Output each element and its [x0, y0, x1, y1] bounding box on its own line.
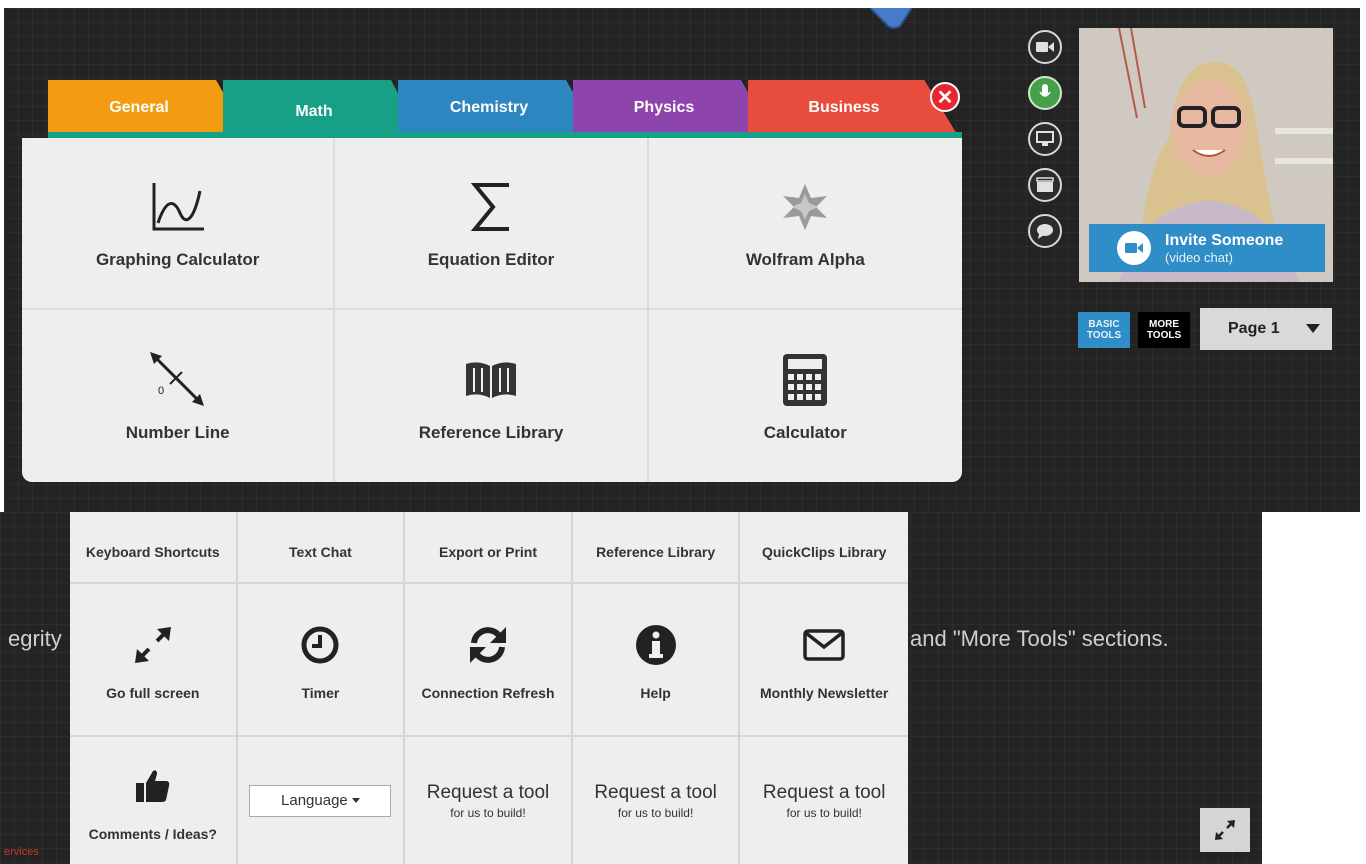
tool-timer[interactable]: Timer: [237, 584, 406, 737]
tool-equation-editor[interactable]: Equation Editor: [335, 138, 649, 310]
request-subtitle: for us to build!: [786, 805, 862, 820]
caption-fragment-left: egrity: [8, 626, 62, 651]
caret-down-icon: [1306, 324, 1320, 333]
math-tools-grid: Graphing Calculator Equation Editor Wolf…: [22, 138, 962, 482]
tool-label: Number Line: [125, 423, 230, 442]
tool-calculator[interactable]: Calculator: [649, 310, 962, 482]
invite-subtitle: (video chat): [1165, 249, 1233, 265]
wolfram-star-icon: [780, 176, 830, 238]
tool-reference-library-more[interactable]: Reference Library: [572, 512, 741, 584]
tool-label: Export or Print: [438, 544, 537, 560]
tool-label: Comments / Ideas?: [88, 825, 217, 842]
refresh-icon: [466, 619, 510, 671]
tab-chemistry[interactable]: Chemistry: [398, 80, 598, 136]
language-select[interactable]: Language: [249, 784, 392, 817]
tab-physics[interactable]: Physics: [573, 80, 773, 136]
request-title: Request a tool: [594, 781, 717, 803]
tool-help[interactable]: Help: [572, 584, 741, 737]
tool-comments-ideas[interactable]: Comments / Ideas?: [70, 737, 238, 864]
tool-label: QuickClips Library: [761, 544, 887, 560]
invite-title: Invite Someone: [1165, 231, 1284, 249]
tool-label: Equation Editor: [427, 250, 555, 269]
tool-label: Reference Library: [418, 423, 564, 442]
tab-general[interactable]: General: [48, 80, 248, 136]
tool-label: Keyboard Shortcuts: [85, 544, 220, 560]
number-line-icon: 0: [148, 349, 208, 411]
basic-tools-button[interactable]: BASIC TOOLS: [1078, 312, 1130, 348]
page-select[interactable]: Page 1: [1200, 308, 1332, 350]
calculator-icon: [782, 349, 828, 411]
more-tools-button[interactable]: MORE TOOLS: [1138, 312, 1190, 348]
tool-label: Text Chat: [289, 544, 352, 560]
video-camera-icon[interactable]: [1028, 30, 1062, 64]
video-controls: [1028, 30, 1062, 260]
request-subtitle: for us to build!: [617, 805, 694, 820]
tool-label: Monthly Newsletter: [760, 684, 889, 701]
tool-label: Go full screen: [106, 684, 200, 701]
info-icon: [635, 619, 677, 671]
tool-label: Connection Refresh: [421, 684, 555, 701]
whiteboard-canvas-bottom: egrity and "More Tools" sections. ervice…: [0, 512, 1262, 864]
tool-graphing-calculator[interactable]: Graphing Calculator: [22, 138, 336, 310]
fullscreen-icon: [133, 619, 173, 671]
tool-label: Graphing Calculator: [95, 250, 260, 269]
thumbs-up-icon: [135, 760, 171, 812]
tools-panel: General Math Chemistry Physics Business …: [22, 80, 962, 482]
tool-number-line[interactable]: 0 Number Line: [22, 310, 336, 482]
tool-label: Calculator: [763, 423, 847, 442]
envelope-icon: [803, 619, 845, 671]
tool-monthly-newsletter[interactable]: Monthly Newsletter: [740, 584, 908, 737]
caption-fragment-right: and "More Tools" sections.: [910, 626, 1169, 651]
caret-down-icon: [351, 798, 360, 803]
tool-label: Reference Library: [596, 544, 716, 560]
tool-label: Help: [640, 684, 671, 701]
request-tool-2[interactable]: Request a tool for us to build!: [573, 737, 741, 864]
tool-export-or-print[interactable]: Export or Print: [405, 512, 573, 584]
services-link-fragment: ervices: [4, 846, 39, 858]
tab-business[interactable]: Business: [748, 80, 958, 136]
tool-reference-library[interactable]: Reference Library: [335, 310, 649, 482]
request-title: Request a tool: [426, 781, 550, 803]
tab-math[interactable]: Math: [223, 80, 423, 140]
chat-bubble-icon[interactable]: [1028, 214, 1062, 248]
close-button[interactable]: ✕: [930, 82, 960, 112]
video-camera-icon: [1117, 231, 1151, 265]
page-select-value: Page 1: [1228, 320, 1280, 337]
clapperboard-icon[interactable]: [1028, 168, 1062, 202]
language-cell: Language: [238, 737, 406, 864]
book-icon: [464, 349, 518, 411]
whiteboard-canvas-top: General Math Chemistry Physics Business …: [4, 8, 1360, 512]
more-tools-grid: Keyboard Shortcuts Text Chat Export or P…: [70, 512, 908, 864]
graph-icon: [148, 176, 208, 238]
request-title: Request a tool: [762, 781, 886, 803]
svg-text:0: 0: [158, 385, 164, 397]
language-label: Language: [281, 792, 348, 809]
video-tile: Invite Someone (video chat): [1079, 28, 1333, 282]
tool-label: Timer: [301, 684, 340, 701]
callout-arrow-icon: [870, 8, 913, 29]
tool-quickclips-library[interactable]: QuickClips Library: [740, 512, 908, 584]
tool-keyboard-shortcuts[interactable]: Keyboard Shortcuts: [70, 512, 238, 584]
tool-wolfram-alpha[interactable]: Wolfram Alpha: [648, 138, 962, 310]
request-tool-1[interactable]: Request a tool for us to build!: [405, 737, 573, 864]
tool-connection-refresh[interactable]: Connection Refresh: [405, 584, 573, 737]
sigma-icon: [469, 176, 513, 238]
invite-someone-button[interactable]: Invite Someone (video chat): [1089, 224, 1325, 272]
tool-label: Wolfram Alpha: [745, 250, 865, 269]
microphone-icon[interactable]: [1028, 76, 1062, 110]
request-subtitle: for us to build!: [450, 805, 526, 820]
expand-button[interactable]: [1200, 808, 1250, 852]
tool-text-chat[interactable]: Text Chat: [237, 512, 406, 584]
invite-text: Invite Someone (video chat): [1165, 232, 1283, 265]
clock-icon: [300, 619, 340, 671]
expand-icon: [1215, 820, 1235, 840]
screen-share-icon[interactable]: [1028, 122, 1062, 156]
request-tool-3[interactable]: Request a tool for us to build!: [740, 737, 908, 864]
tool-go-full-screen[interactable]: Go full screen: [70, 584, 238, 737]
